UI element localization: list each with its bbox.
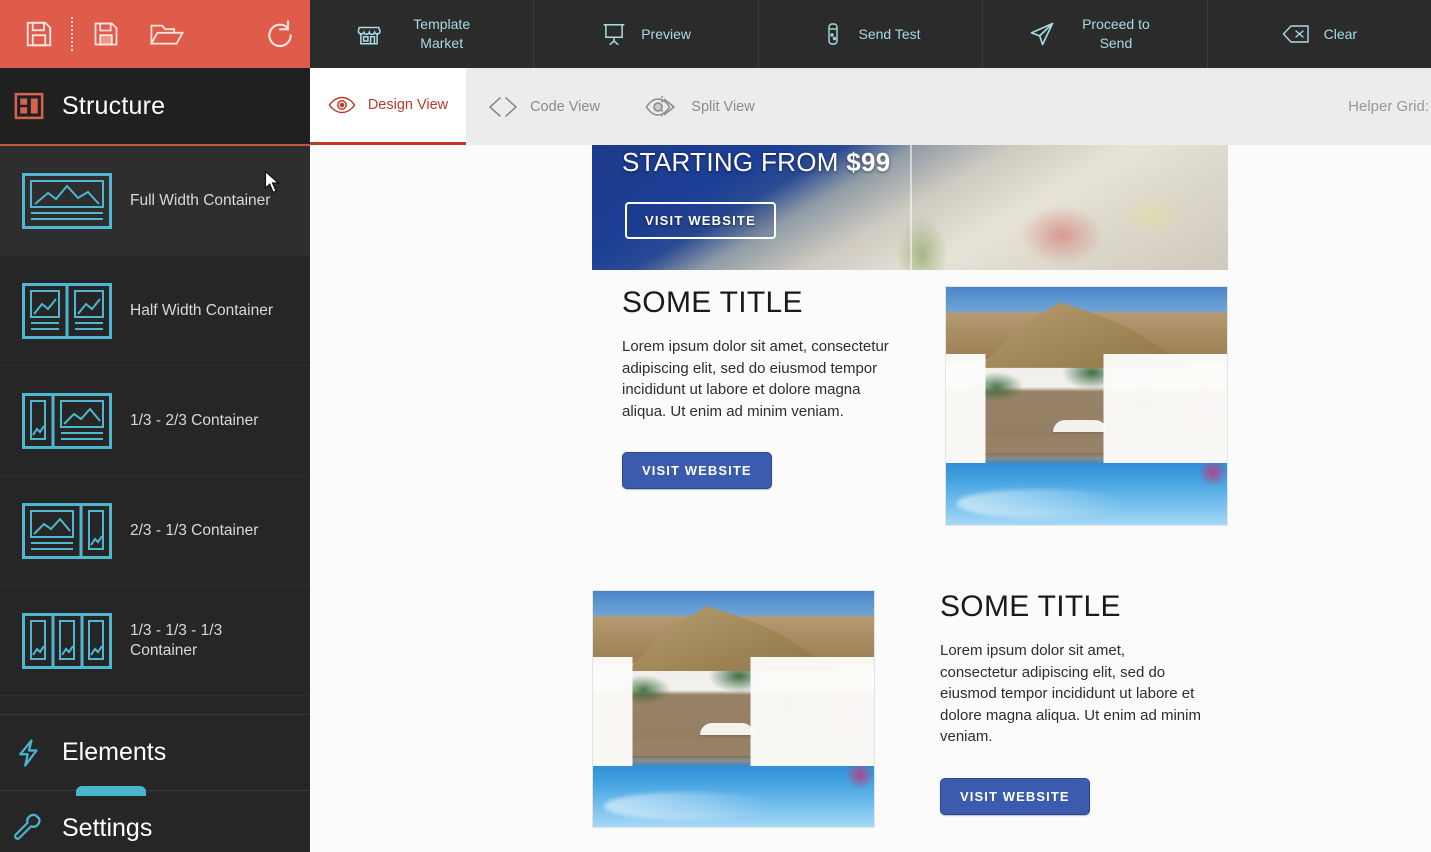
- save-button[interactable]: [8, 0, 69, 68]
- section-2-title: SOME TITLE: [940, 590, 1121, 623]
- wrench-icon: [14, 813, 41, 840]
- section-2-image-column: [592, 590, 908, 828]
- save-as-icon: [94, 22, 117, 46]
- toolbar-divider: [71, 17, 73, 51]
- pool-reflection: [957, 489, 1126, 518]
- eye-icon: [328, 96, 356, 114]
- structure-section-header[interactable]: Structure: [0, 68, 310, 146]
- container-label: Half Width Container: [130, 301, 274, 319]
- undo-button[interactable]: [249, 0, 310, 68]
- hero-banner[interactable]: STARTING FROM $99 VISIT WEBSITE: [592, 145, 1228, 270]
- save-icon: [26, 21, 51, 47]
- preview-label: Preview: [641, 25, 691, 42]
- container-item-three-column[interactable]: 1/3 - 1/3 - 1/3 Container: [0, 586, 310, 696]
- tab-split-view[interactable]: Split View: [622, 68, 778, 145]
- container-item-one-third-two-third[interactable]: 1/3 - 2/3 Container: [0, 366, 310, 476]
- tab-code-view[interactable]: Code View: [466, 68, 622, 145]
- save-as-button[interactable]: [75, 0, 136, 68]
- section-2-visit-website-button[interactable]: VISIT WEBSITE: [940, 777, 1090, 815]
- one-third-two-third-container-icon: [22, 392, 112, 449]
- undo-icon: [267, 20, 292, 48]
- proceed-to-send-button[interactable]: Proceed to Send: [983, 0, 1208, 68]
- container-list: Full Width Container Half Width Containe…: [0, 146, 310, 696]
- presentation-screen-icon: [603, 24, 625, 46]
- section-1-text-column: SOME TITLE Lorem ipsum dolor sit amet, c…: [592, 286, 912, 526]
- section-1-image[interactable]: [945, 286, 1228, 526]
- container-label: 1/3 - 1/3 - 1/3 Container: [130, 621, 223, 659]
- container-item-full-width[interactable]: Full Width Container: [0, 146, 310, 256]
- full-width-container-icon: [22, 172, 112, 229]
- design-view-label: Design View: [367, 97, 449, 113]
- hero-heading-price: $99: [846, 147, 891, 177]
- code-brackets-icon: [489, 96, 517, 117]
- storefront-icon: [357, 26, 381, 45]
- template-market-button[interactable]: Template Market: [310, 0, 535, 68]
- section-2-text-column: SOME TITLE Lorem ipsum dolor sit amet, c…: [908, 590, 1228, 828]
- top-navigation-bar: Template Market Preview Send Test Procee…: [310, 0, 1431, 68]
- two-third-one-third-container-icon: [22, 502, 112, 559]
- preview-button[interactable]: Preview: [534, 0, 759, 68]
- template-market-label: Template Market: [413, 16, 471, 51]
- tab-design-view[interactable]: Design View: [310, 68, 466, 145]
- hero-visit-website-button[interactable]: VISIT WEBSITE: [625, 202, 776, 239]
- split-view-label: Split View: [691, 98, 755, 115]
- code-view-label: Code View: [530, 98, 600, 115]
- content-section-2: SOME TITLE Lorem ipsum dolor sit amet, c…: [592, 590, 1228, 828]
- half-width-container-icon: [22, 282, 112, 339]
- container-label: Full Width Container: [130, 191, 271, 209]
- section-2-body: Lorem ipsum dolor sit amet, consectetur …: [940, 642, 1201, 745]
- container-label: 1/3 - 2/3 Container: [130, 411, 259, 429]
- container-item-half-width[interactable]: Half Width Container: [0, 256, 310, 366]
- lightning-bolt-icon: [19, 738, 38, 767]
- settings-title: Settings: [62, 814, 153, 842]
- file-toolbar: [0, 0, 310, 68]
- sidebar-section-elements[interactable]: Elements: [0, 714, 310, 790]
- split-view-icon: [645, 95, 676, 118]
- layout-grid-icon: [14, 92, 44, 120]
- open-folder-icon: [149, 24, 184, 45]
- clear-button[interactable]: Clear: [1208, 0, 1431, 68]
- section-1-visit-website-button[interactable]: VISIT WEBSITE: [622, 452, 772, 489]
- open-file-button[interactable]: [136, 0, 197, 68]
- test-tube-icon: [827, 23, 838, 45]
- view-mode-bar: Design View Code View Split View Helper …: [310, 68, 1431, 145]
- email-template-body: STARTING FROM $99 VISIT WEBSITE SOME TIT…: [592, 145, 1228, 828]
- umbrella-shape: [699, 723, 754, 736]
- structure-title: Structure: [62, 91, 166, 120]
- send-test-label: Send Test: [858, 25, 921, 42]
- content-section-1: SOME TITLE Lorem ipsum dolor sit amet, c…: [592, 286, 1228, 526]
- hero-heading-prefix: STARTING FROM: [622, 147, 847, 177]
- section-2-image[interactable]: [592, 590, 875, 828]
- three-column-container-icon: [22, 612, 112, 669]
- hero-heading: STARTING FROM $99: [622, 147, 891, 178]
- email-builder-app: Structure Full Width Container Half Widt…: [0, 0, 1431, 852]
- sidebar-section-settings[interactable]: Settings: [0, 786, 310, 852]
- elements-title: Elements: [62, 738, 167, 766]
- clear-label: Clear: [1323, 25, 1358, 42]
- container-label: 2/3 - 1/3 Container: [130, 521, 259, 539]
- active-section-indicator: [76, 786, 146, 796]
- section-1-image-column: [912, 286, 1228, 526]
- container-item-two-third-one-third[interactable]: 2/3 - 1/3 Container: [0, 476, 310, 586]
- helper-grid-label: Helper Grid:: [1348, 98, 1429, 115]
- delete-backspace-icon: [1282, 25, 1309, 43]
- section-1-body: Lorem ipsum dolor sit amet, consectetur …: [622, 338, 889, 420]
- left-sidebar: Structure Full Width Container Half Widt…: [0, 0, 310, 852]
- pool-reflection: [604, 791, 773, 820]
- send-test-button[interactable]: Send Test: [759, 0, 984, 68]
- section-1-title: SOME TITLE: [622, 286, 803, 319]
- email-design-canvas[interactable]: STARTING FROM $99 VISIT WEBSITE SOME TIT…: [310, 145, 1431, 852]
- umbrella-shape: [1052, 420, 1107, 433]
- proceed-to-send-label: Proceed to Send: [1082, 16, 1150, 51]
- paper-plane-icon: [1030, 22, 1054, 46]
